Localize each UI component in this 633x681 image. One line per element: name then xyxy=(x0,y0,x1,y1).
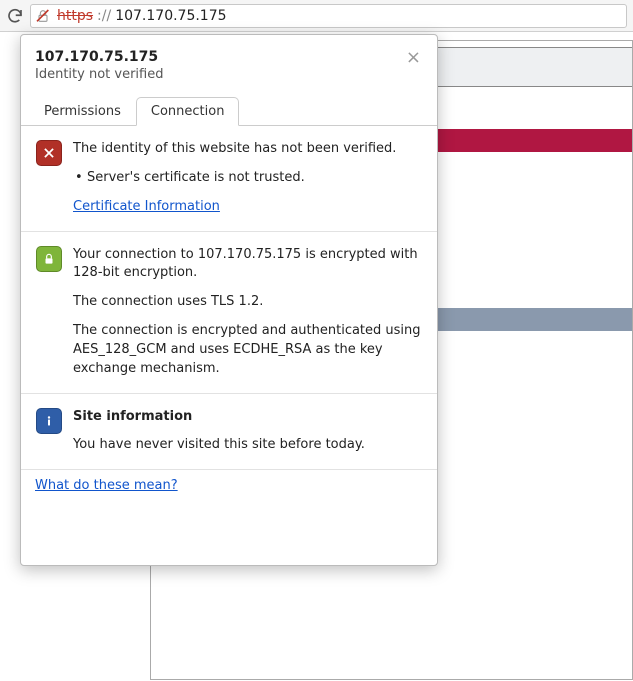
close-icon[interactable]: × xyxy=(404,49,423,67)
what-do-these-mean-link[interactable]: What do these mean? xyxy=(35,478,178,493)
encryption-text-3: The connection is encrypted and authenti… xyxy=(73,322,423,379)
encryption-text-2: The connection uses TLS 1.2. xyxy=(73,293,423,312)
lock-icon xyxy=(36,246,62,272)
url-host: 107.170.75.175 xyxy=(115,8,226,24)
tab-permissions[interactable]: Permissions xyxy=(29,97,136,126)
certificate-info-link[interactable]: Certificate Information xyxy=(73,199,220,214)
site-info-body: You have never visited this site before … xyxy=(73,436,423,455)
identity-bullet: Server's certificate is not trusted. xyxy=(73,169,423,188)
page-info-popover: 107.170.75.175 Identity not verified × P… xyxy=(20,34,438,566)
url-scheme: https xyxy=(57,8,93,24)
site-info-heading: Site information xyxy=(73,408,423,427)
encryption-text-1: Your connection to 107.170.75.175 is enc… xyxy=(73,246,423,284)
cert-warning-icon[interactable] xyxy=(35,8,53,24)
popover-tabs: Permissions Connection xyxy=(21,96,437,126)
url-separator: :// xyxy=(97,8,111,24)
identity-text: The identity of this website has not bee… xyxy=(73,140,423,159)
encryption-section: Your connection to 107.170.75.175 is enc… xyxy=(21,232,437,394)
info-icon xyxy=(36,408,62,434)
site-info-section: Site information You have never visited … xyxy=(21,394,437,471)
tab-connection[interactable]: Connection xyxy=(136,97,240,126)
url-bar[interactable]: https :// 107.170.75.175 xyxy=(30,4,627,28)
popover-subtitle: Identity not verified xyxy=(35,67,404,82)
identity-section: The identity of this website has not bee… xyxy=(21,126,437,232)
popover-host: 107.170.75.175 xyxy=(35,49,404,65)
reload-icon[interactable] xyxy=(6,7,24,25)
browser-toolbar: https :// 107.170.75.175 xyxy=(0,0,633,32)
warning-icon xyxy=(36,140,62,166)
